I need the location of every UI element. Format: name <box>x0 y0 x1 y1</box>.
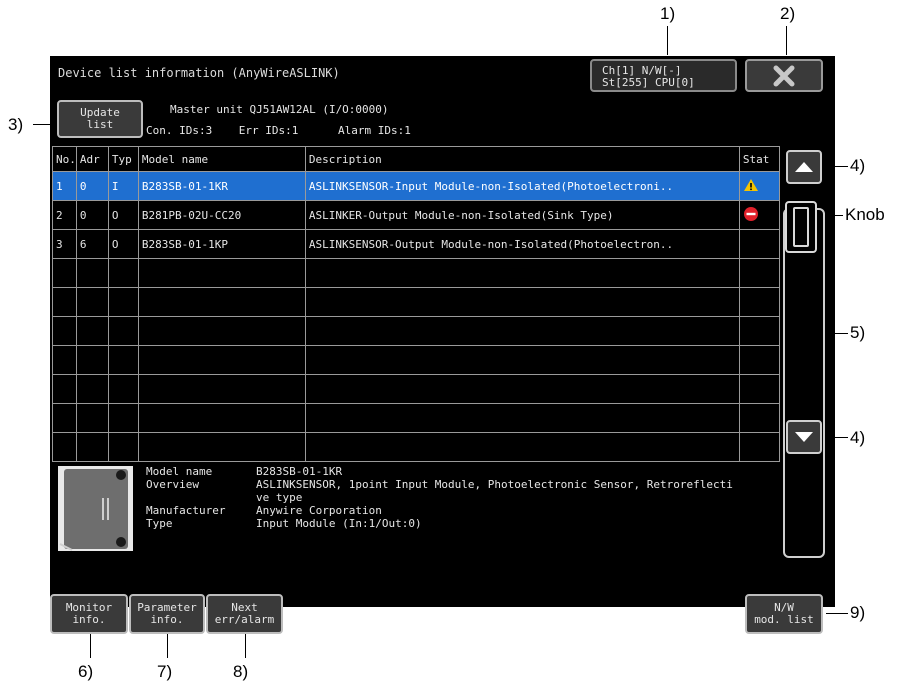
details-values: B283SB-01-1KR ASLINKSENSOR, 1point Input… <box>256 465 733 530</box>
callout-6-line <box>90 630 91 658</box>
nw-mod-list-line-2: mod. list <box>754 613 814 626</box>
header-no: No. <box>52 146 77 172</box>
callout-7: 7) <box>157 662 173 681</box>
table-row[interactable]: 3 6 O B283SB-01-1KP ASLINKSENSOR-Output … <box>52 229 780 259</box>
sensor-module-icon <box>58 466 133 551</box>
error-icon <box>743 206 758 221</box>
next-err-alarm-line-2: err/alarm <box>214 613 275 626</box>
header-model-name: Model name <box>137 146 306 172</box>
table-row <box>52 432 780 462</box>
header-typ: Typ <box>107 146 139 172</box>
callout-1-line <box>667 26 668 55</box>
callout-5: 5) <box>850 323 866 342</box>
channel-status-button[interactable]: Ch[1] N/W[-] St[255] CPU[0] <box>590 59 737 92</box>
detail-value: B283SB-01-1KR <box>256 465 343 478</box>
update-list-button[interactable]: Update list <box>57 100 143 138</box>
update-list-line-2: list <box>86 118 114 131</box>
cell-description: ASLINKER-Output Module-non-Isolated(Sink… <box>304 200 740 230</box>
cell-stat <box>738 229 780 259</box>
table-row[interactable]: 2 0 O B281PB-02U-CC20 ASLINKER-Output Mo… <box>52 200 780 230</box>
detail-label: Overview <box>146 478 199 491</box>
detail-value: Anywire Corporation <box>256 504 382 517</box>
device-list-screen: Device list information (AnyWireASLINK) … <box>50 56 835 634</box>
header-description: Description <box>304 146 740 172</box>
callout-8-line <box>245 630 246 658</box>
callout-7-line <box>167 630 168 658</box>
cell-description: ASLINKSENSOR-Input Module-non-Isolated(P… <box>304 171 740 201</box>
arrow-up-icon <box>795 162 813 172</box>
cell-stat <box>738 200 780 230</box>
header-stat: Stat <box>738 146 780 172</box>
cell-adr: 0 <box>75 171 109 201</box>
callout-9-line <box>826 613 848 614</box>
cell-typ: O <box>107 200 139 230</box>
cell-adr: 6 <box>75 229 109 259</box>
cell-model: B281PB-02U-CC20 <box>137 200 306 230</box>
close-icon <box>773 65 795 86</box>
module-image <box>58 466 133 551</box>
close-button[interactable] <box>745 59 823 92</box>
id-counts: Con. IDs:3 Err IDs:1 Alarm IDs:1 <box>146 124 411 137</box>
next-err-alarm-button[interactable]: Next err/alarm <box>206 594 283 634</box>
table-row <box>52 374 780 404</box>
table-row[interactable]: 1 0 I B283SB-01-1KR ASLINKSENSOR-Input M… <box>52 171 780 201</box>
detail-label: Type <box>146 517 173 530</box>
cell-description: ASLINKSENSOR-Output Module-non-Isolated(… <box>304 229 740 259</box>
scroll-up-button[interactable] <box>786 150 822 184</box>
callout-3: 3) <box>8 115 24 134</box>
callout-2: 2) <box>780 4 796 23</box>
callout-1: 1) <box>660 4 676 23</box>
detail-label: Manufacturer <box>146 504 226 517</box>
cell-model: B283SB-01-1KR <box>137 171 306 201</box>
scrollbar-knob[interactable] <box>785 201 817 253</box>
parameter-info-button[interactable]: Parameter info. <box>129 594 205 634</box>
callout-4-bottom: 4) <box>850 428 866 447</box>
channel-line-2: St[255] CPU[0] <box>602 76 695 89</box>
scroll-down-button[interactable] <box>786 420 822 454</box>
cell-typ: O <box>107 229 139 259</box>
callout-6: 6) <box>78 662 94 681</box>
table-row <box>52 316 780 346</box>
table-row <box>52 287 780 317</box>
cell-no: 1 <box>52 171 77 201</box>
detail-value: ve type <box>256 491 303 504</box>
table-row <box>52 258 780 288</box>
cell-no: 3 <box>52 229 77 259</box>
callout-knob: Knob <box>845 205 885 224</box>
master-unit-info: Master unit QJ51AW12AL (I/O:0000) <box>170 103 389 116</box>
cell-stat <box>738 171 780 201</box>
detail-value: Input Module (In:1/Out:0) <box>256 517 422 530</box>
header-adr: Adr <box>75 146 109 172</box>
scrollbar-track[interactable] <box>783 208 825 558</box>
nw-mod-list-button[interactable]: N/W mod. list <box>745 594 823 634</box>
cell-adr: 0 <box>75 200 109 230</box>
screen-title: Device list information (AnyWireASLINK) <box>58 66 340 80</box>
cell-no: 2 <box>52 200 77 230</box>
cell-typ: I <box>107 171 139 201</box>
monitor-info-button[interactable]: Monitor info. <box>50 594 128 634</box>
table-row <box>52 403 780 433</box>
parameter-info-line-2: info. <box>150 613 184 626</box>
warning-icon <box>743 178 758 191</box>
arrow-down-icon <box>795 432 813 442</box>
device-table: No. Adr Typ Model name Description Stat … <box>52 146 780 462</box>
callout-2-line <box>786 26 787 55</box>
details-labels: Model name Overview Manufacturer Type <box>146 465 225 530</box>
monitor-info-line-2: info. <box>72 613 106 626</box>
table-row <box>52 345 780 375</box>
callout-9: 9) <box>850 603 866 622</box>
table-header-row: No. Adr Typ Model name Description Stat <box>52 146 780 172</box>
detail-label: Model name <box>146 465 213 478</box>
detail-value: ASLINKSENSOR, 1point Input Module, Photo… <box>256 478 733 491</box>
callout-8: 8) <box>233 662 249 681</box>
callout-4-top: 4) <box>850 156 866 175</box>
cell-model: B283SB-01-1KP <box>137 229 306 259</box>
